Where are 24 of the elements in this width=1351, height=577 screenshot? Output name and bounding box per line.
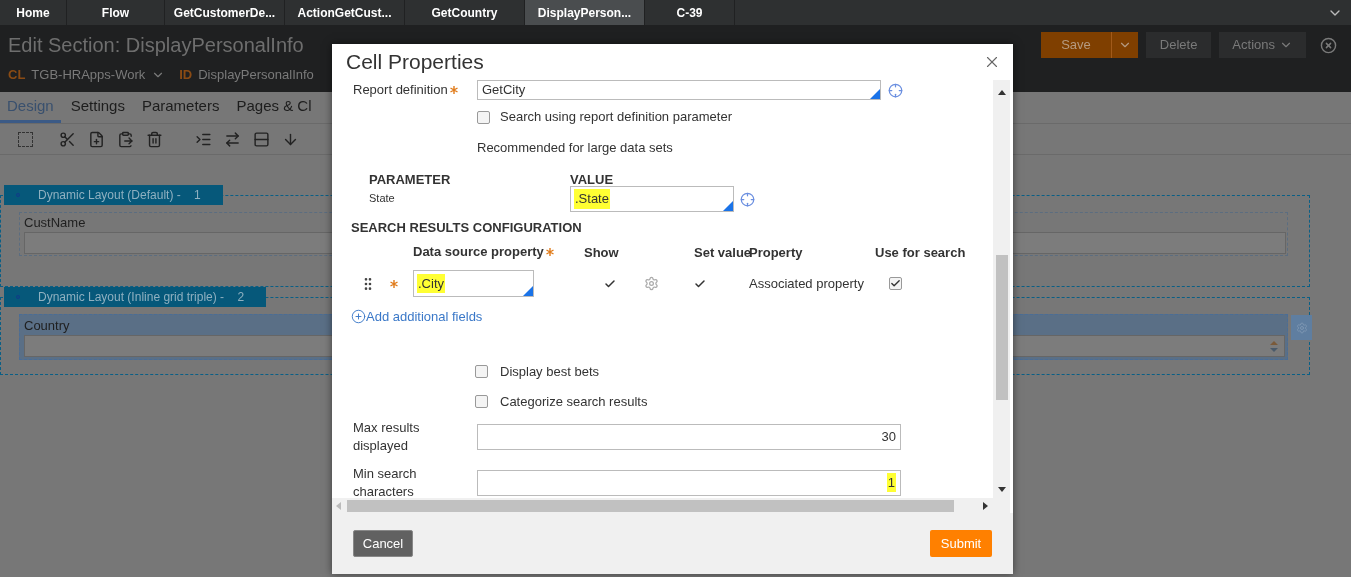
page-title: Edit Section: DisplayPersonalInfo [8,33,305,57]
class-label: CL [8,66,26,84]
column-header: PARAMETER [369,171,452,188]
hint-text: Recommended for large data sets [477,139,674,156]
column-header: Data source property [413,243,544,262]
column-header: Property [749,244,804,261]
column-header: VALUE [570,171,614,188]
checkbox-label: Search using report definition parameter [500,108,732,127]
id-label: ID [179,66,193,84]
field-label: Max results displayed [352,418,421,455]
column-header: Use for search [875,244,966,261]
field-label: Report definition [353,81,448,100]
field-label: Min search characters [352,464,418,498]
field-label: CustName [24,214,86,232]
dialog-title: Cell Properties [346,49,484,76]
checkbox-label: Categorize search results [500,392,648,411]
property-text: Associated property [749,274,865,293]
parameter-name: State [369,191,396,206]
checkbox-label: Display best bets [500,362,599,381]
section-title: SEARCH RESULTS CONFIGURATION [351,219,583,236]
id-value: DisplayPersonalInfo [198,66,314,84]
column-header: Show [584,244,620,261]
column-header: Set value [694,244,749,261]
field-label: Country [24,317,70,335]
